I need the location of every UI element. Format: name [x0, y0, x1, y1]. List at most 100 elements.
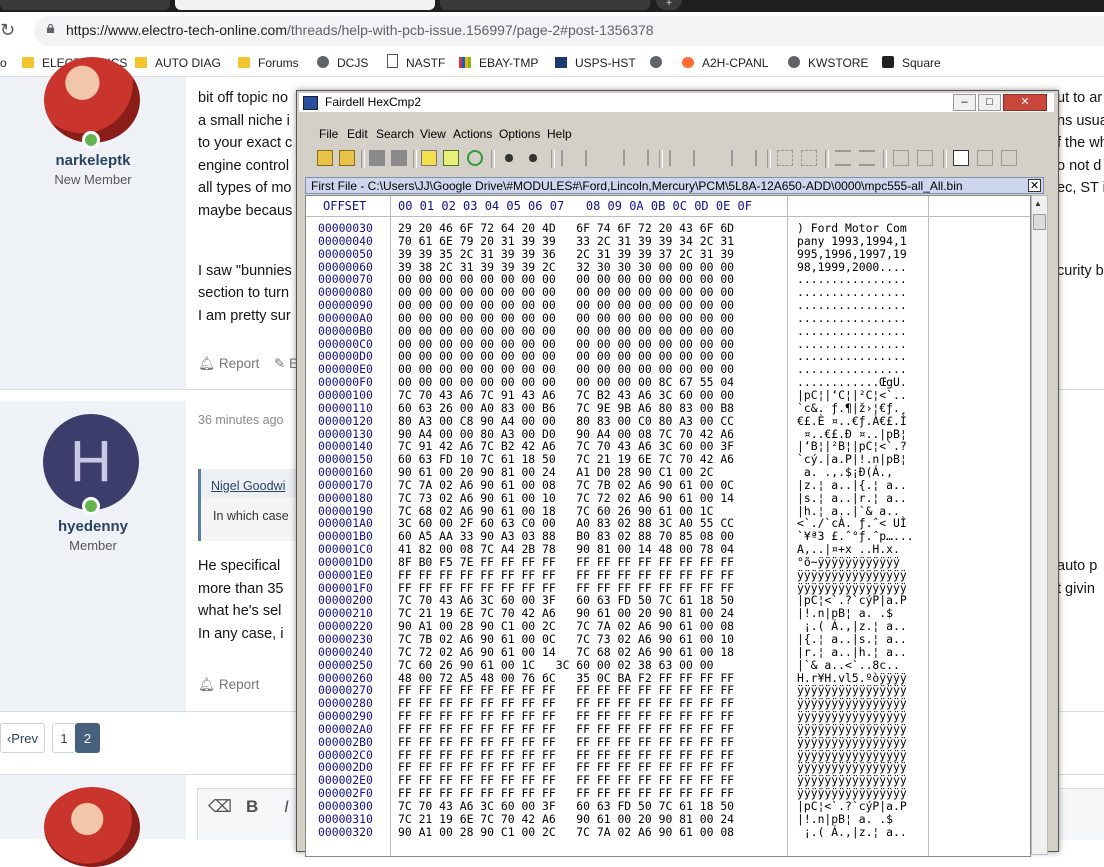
next-block-icon[interactable]: [717, 150, 733, 166]
scroll-up-icon[interactable]: ▲: [1034, 199, 1042, 208]
browser-tab-active[interactable]: [175, 0, 435, 10]
bookmark-label: DCJS: [337, 56, 369, 70]
bookmark-usps-hst[interactable]: USPS-HST: [555, 54, 636, 72]
file-path-label: First File - C:\Users\JJ\Google Drive\#M…: [311, 179, 963, 193]
bookmark-square[interactable]: Square: [882, 54, 941, 72]
bookmark-a2h-cpanl[interactable]: A2H-CPANL: [682, 54, 768, 72]
browser-tab[interactable]: [0, 0, 170, 10]
prev-page-button[interactable]: ‹Prev: [0, 723, 45, 753]
bookmark-kwstore[interactable]: KWSTORE: [788, 54, 868, 72]
export-icon[interactable]: [977, 150, 993, 166]
close-file-icon[interactable]: ✕: [1028, 179, 1041, 192]
menu-search[interactable]: Search: [376, 127, 414, 141]
lock-icon: [46, 24, 55, 33]
bookmark-label: USPS-HST: [575, 56, 636, 70]
hex-address: 00000240: [318, 644, 373, 659]
eraser-icon[interactable]: ⌫: [208, 797, 232, 817]
vertical-scrollbar[interactable]: ▲: [1031, 195, 1048, 855]
edit-link[interactable]: ✎ E: [274, 356, 298, 372]
online-status-dot: [82, 131, 100, 149]
hex-view[interactable]: OFFSET 00 01 02 03 04 05 06 07 08 09 0A …: [305, 195, 1031, 857]
hex-address: 00000050: [318, 246, 373, 261]
find-next-icon[interactable]: [525, 150, 541, 166]
bookmark-label: NASTF: [406, 56, 446, 70]
menu-file[interactable]: File: [319, 127, 338, 141]
ascii-text: |!.n|pB¦ a. .$: [797, 811, 894, 826]
quote-author[interactable]: Nigel Goodwi: [201, 469, 301, 497]
username[interactable]: hyedenny: [0, 518, 186, 535]
pencil-icon: ✎: [274, 356, 286, 371]
save-icon[interactable]: [369, 150, 385, 166]
maximize-button[interactable]: □: [978, 94, 1001, 111]
bookmark-ebay-tmp[interactable]: EBAY-TMP: [459, 54, 538, 72]
prev-block-icon[interactable]: [693, 150, 709, 166]
avatar[interactable]: H: [43, 414, 139, 510]
new-tab-button[interactable]: +: [656, 0, 682, 10]
refresh-icon[interactable]: [467, 150, 483, 166]
bookmark-label: A2H-CPANL: [702, 56, 769, 70]
bookmark-label: Square: [902, 56, 941, 70]
report-link[interactable]: 🔔︎ Report: [198, 356, 259, 372]
lines-icon[interactable]: [917, 150, 933, 166]
sync-left-icon[interactable]: [777, 150, 793, 166]
post-line: He specifical: [198, 558, 281, 574]
page-1-button[interactable]: 1: [52, 723, 76, 753]
bookmark-nastf[interactable]: NASTF: [387, 54, 445, 72]
menu-help[interactable]: Help: [547, 127, 572, 141]
next-difference-icon[interactable]: [609, 150, 625, 166]
last-difference-icon[interactable]: [633, 150, 649, 166]
sync-right-icon[interactable]: [801, 150, 817, 166]
report-link[interactable]: 🔔︎ Report: [198, 677, 259, 693]
bookmark-auto-diag[interactable]: AUTO DIAG: [135, 54, 221, 72]
export-all-icon[interactable]: [1001, 150, 1017, 166]
bookmark-item[interactable]: o: [0, 54, 7, 72]
post-line: [198, 222, 292, 245]
first-difference-icon[interactable]: [561, 150, 577, 166]
bell-icon: 🔔︎: [198, 677, 216, 692]
close-button[interactable]: ✕: [1003, 94, 1047, 111]
username[interactable]: narkeleptk: [0, 152, 186, 169]
browser-tab[interactable]: [440, 0, 650, 10]
ascii-text: ÿÿÿÿÿÿÿÿÿÿÿÿÿÿÿÿ: [797, 567, 907, 582]
menu-options[interactable]: Options: [499, 127, 540, 141]
address-bar[interactable]: https://www.electro-tech-online.com/thre…: [34, 16, 1104, 46]
bold-button[interactable]: B: [246, 797, 258, 817]
first-block-icon[interactable]: [669, 150, 685, 166]
window-titlebar[interactable]: Fairdell HexCmp2 ‒ □ ✕: [299, 93, 1054, 112]
menu-actions[interactable]: Actions: [453, 127, 492, 141]
bookmark-label: AUTO DIAG: [155, 56, 221, 70]
document-icon: [387, 54, 398, 68]
save-all-icon[interactable]: [391, 150, 407, 166]
hex-address: 000000B0: [318, 323, 373, 338]
column-separator: [390, 196, 391, 856]
align-right-icon[interactable]: [859, 150, 875, 166]
compare-icon[interactable]: [443, 150, 459, 166]
info-icon[interactable]: [421, 150, 437, 166]
avatar[interactable]: [44, 787, 140, 867]
user-title: New Member: [54, 172, 132, 187]
page-2-button[interactable]: 2: [75, 723, 100, 753]
open-second-file-icon[interactable]: [339, 150, 355, 166]
ascii-text: |pC¦<`.?`cýP|a.P: [797, 798, 907, 813]
align-left-icon[interactable]: [835, 150, 851, 166]
hex-bytes: 7C 7B 02 A6 90 61 00 0C 7C 73 02 A6 90 6…: [398, 632, 735, 646]
bookmark-dcjs[interactable]: DCJS: [317, 54, 368, 72]
menu-view[interactable]: View: [420, 127, 446, 141]
find-icon[interactable]: [501, 150, 517, 166]
minimize-button[interactable]: ‒: [953, 94, 976, 111]
scroll-thumb[interactable]: [1033, 214, 1046, 230]
square-icon: [882, 56, 894, 68]
report-icon[interactable]: [953, 150, 969, 166]
reload-icon[interactable]: ↻: [0, 21, 20, 41]
open-first-file-icon[interactable]: [317, 150, 333, 166]
bookmark-globe[interactable]: [650, 54, 670, 72]
hex-bytes: 7C 73 02 A6 90 61 00 10 7C 72 02 A6 90 6…: [398, 490, 735, 505]
hex-address: 00000310: [318, 811, 373, 826]
bookmark-forums[interactable]: Forums: [238, 54, 299, 72]
post-timestamp[interactable]: 36 minutes ago: [198, 413, 283, 427]
last-block-icon[interactable]: [741, 150, 757, 166]
menu-edit[interactable]: Edit: [347, 127, 368, 141]
columns-icon[interactable]: [893, 150, 909, 166]
italic-button[interactable]: I: [284, 797, 289, 817]
prev-difference-icon[interactable]: [585, 150, 601, 166]
